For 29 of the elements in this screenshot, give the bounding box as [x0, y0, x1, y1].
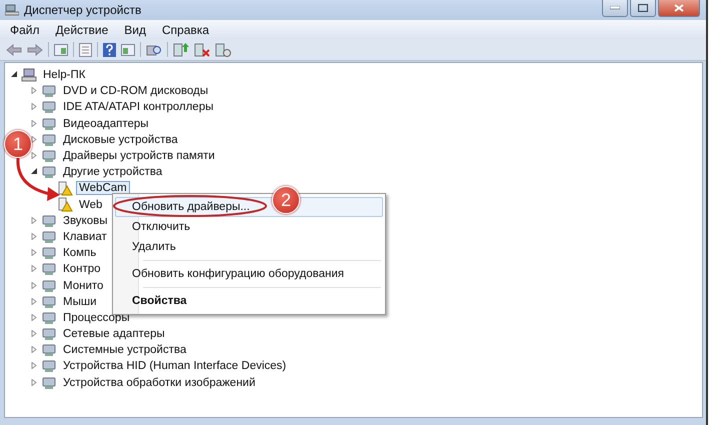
- tree-item[interactable]: Клавиат: [60, 230, 110, 244]
- tree-item[interactable]: Компь: [60, 246, 100, 260]
- tree-item[interactable]: Дисковые устройства: [60, 132, 181, 147]
- tree-item[interactable]: IDE ATA/ATAPI контроллеры: [60, 100, 216, 114]
- menu-item[interactable]: Вид: [124, 22, 146, 36]
- tree-item[interactable]: DVD и CD-ROM дисководы: [60, 84, 212, 98]
- tree-item[interactable]: Видеоадаптеры: [60, 116, 152, 131]
- tree-item[interactable]: Звуковы: [60, 214, 110, 228]
- menu-item[interactable]: Действие: [56, 22, 108, 36]
- menu-item[interactable]: Файл: [10, 22, 40, 36]
- tree-item[interactable]: Help-ПК: [40, 68, 88, 82]
- context-menu-item[interactable]: Свойства: [115, 291, 383, 311]
- menu-item[interactable]: Справка: [162, 22, 210, 36]
- tree-item[interactable]: Сетевые адаптеры: [60, 327, 168, 342]
- tree-item[interactable]: WebCam: [76, 181, 130, 196]
- tree-item[interactable]: Системные устройства: [60, 343, 190, 358]
- tree-item[interactable]: Устройства HID (Human Interface Devices): [60, 359, 290, 374]
- context-menu-item[interactable]: Удалить: [115, 237, 383, 257]
- tree-item[interactable]: Монито: [60, 278, 106, 293]
- context-menu-item[interactable]: Отключить: [115, 217, 383, 237]
- window-title: Диспетчер устройств: [24, 3, 142, 17]
- context-menu-item[interactable]: Обновить конфигурацию оборудования: [115, 264, 383, 284]
- tree-item[interactable]: Устройства обработки изображений: [60, 376, 258, 390]
- tree-item[interactable]: Контро: [60, 262, 104, 276]
- tree-item[interactable]: Другие устройства: [60, 165, 166, 180]
- tree-item[interactable]: Драйверы устройств памяти: [60, 149, 218, 164]
- tree-item[interactable]: Мыши: [60, 294, 100, 309]
- tree-item[interactable]: Процессоры: [60, 310, 133, 325]
- tree-item[interactable]: Web: [76, 198, 106, 212]
